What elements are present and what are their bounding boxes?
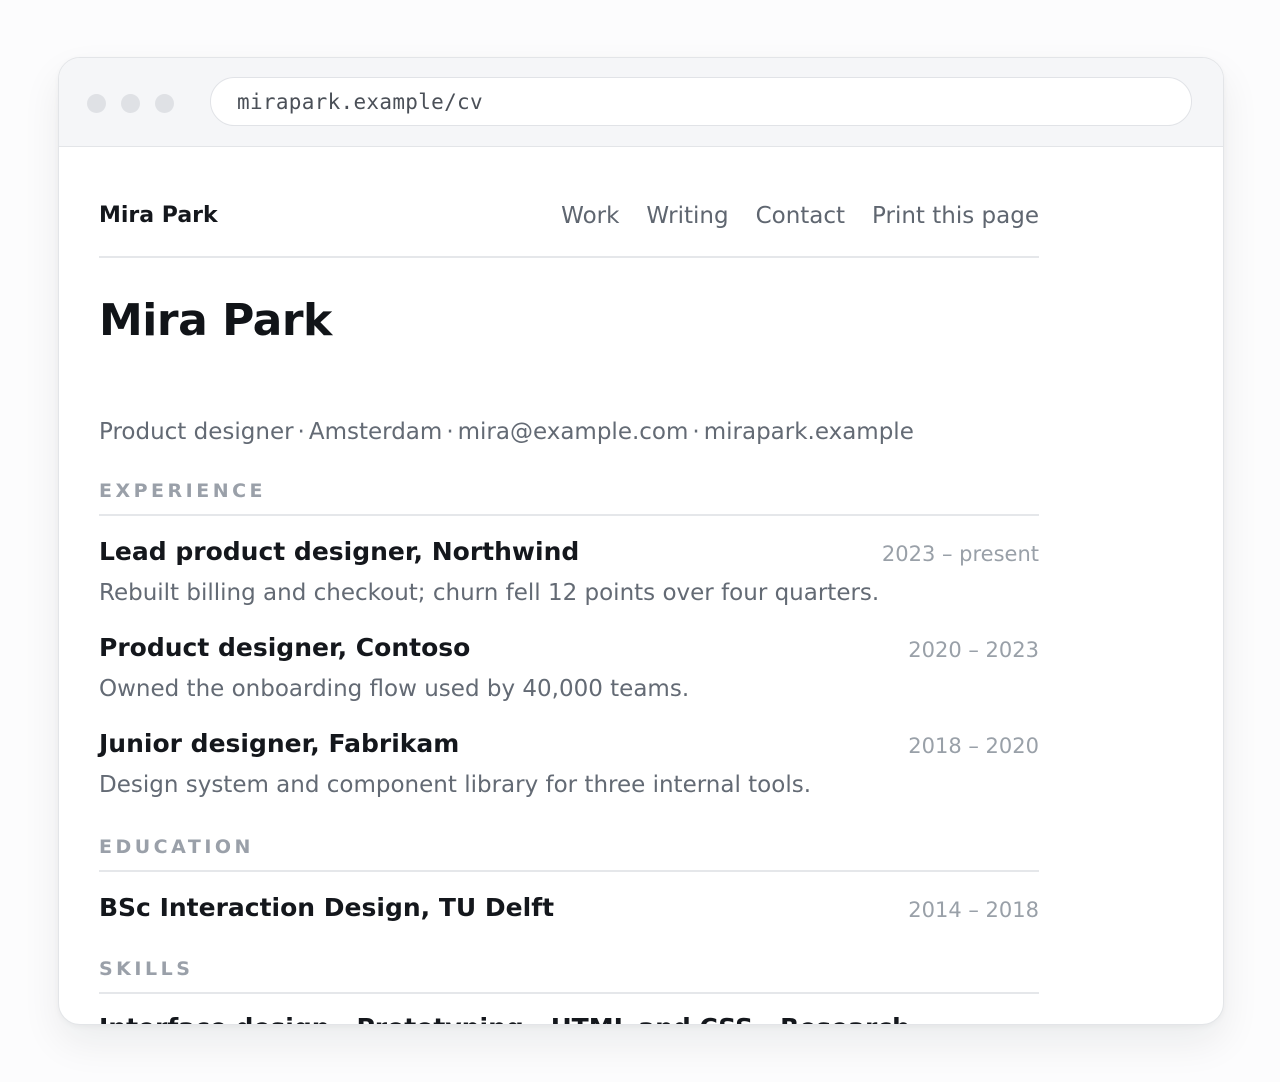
tagline-separator: · [297,419,305,445]
experience-heading-label: EXPERIENCE [99,480,267,502]
entry-title: BSc Interaction Design, TU Delft [99,893,555,922]
education-heading-label: EDUCATION [99,836,254,858]
nav-links: Work Writing Contact Print this page [561,202,1039,230]
nav-link-print[interactable]: Print this page [872,202,1039,230]
entry-title: Lead product designer, Northwind [99,537,580,566]
window-close-dot[interactable] [87,94,106,113]
entry-title: Product designer, Contoso [99,633,471,662]
browser-window: mirapark.example/cv Mira Park Work Writi… [58,57,1224,1025]
education-section-heading: EDUCATION [99,833,1039,872]
tagline: Product designer · Amsterdam · mira@example.… [99,417,914,447]
nav-link-contact[interactable]: Contact [756,202,845,230]
nav-link-writing[interactable]: Writing [646,202,728,230]
entry-description: Design system and component library for … [99,772,812,798]
address-bar[interactable]: mirapark.example/cv [210,77,1192,126]
entry-dates: 2023 – present [881,542,1039,566]
window-minimize-dot[interactable] [121,94,140,113]
entry-dates: 2018 – 2020 [908,734,1039,758]
tagline-separator: · [692,419,700,445]
address-bar-url[interactable]: mirapark.example/cv [237,90,483,114]
tagline-role: Product designer [99,419,294,445]
entry-description: Owned the onboarding flow used by 40,000… [99,676,690,702]
nav-link-work[interactable]: Work [561,202,619,230]
entry-dates: 2020 – 2023 [908,638,1039,662]
skills-section-heading: SKILLS [99,955,1039,994]
tagline-email[interactable]: mira@example.com [458,419,689,445]
site-nav: Mira Park Work Writing Contact Print thi… [99,147,1039,258]
entry-title: Junior designer, Fabrikam [99,729,460,758]
experience-section-heading: EXPERIENCE [99,477,1039,516]
site-brand[interactable]: Mira Park [99,203,218,229]
tagline-website[interactable]: mirapark.example [704,419,914,445]
entry-description: Rebuilt billing and checkout; churn fell… [99,580,880,606]
entry-dates: 2014 – 2018 [908,898,1039,922]
page-title: Mira Park [99,295,332,346]
tagline-separator: · [446,419,454,445]
tagline-city: Amsterdam [308,419,443,445]
browser-titlebar: mirapark.example/cv [59,58,1223,147]
skills-list: Interface design · Prototyping · HTML an… [99,1013,910,1024]
window-maximize-dot[interactable] [155,94,174,113]
skills-heading-label: SKILLS [99,958,194,980]
